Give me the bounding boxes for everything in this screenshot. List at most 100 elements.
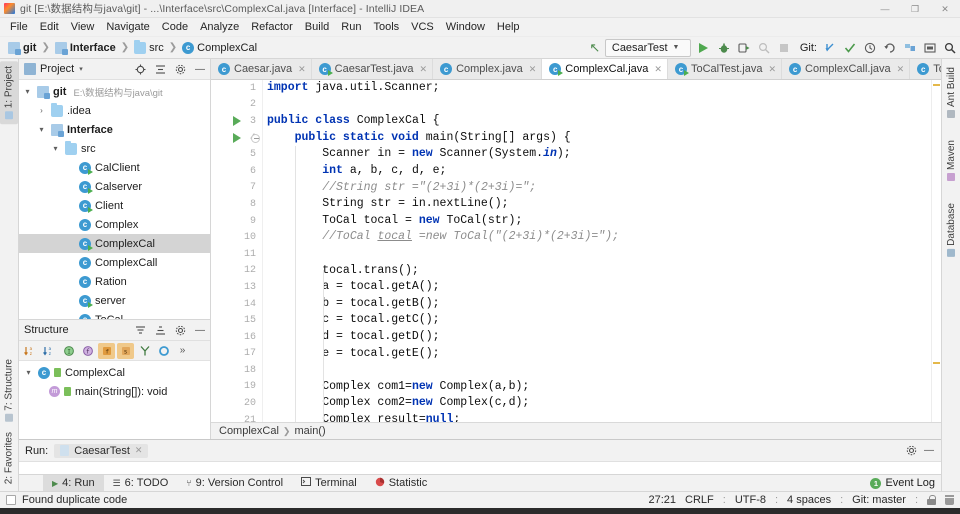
close-icon[interactable]: ✕ [420, 64, 428, 75]
arrow-up-left-icon[interactable]: ↖ [585, 38, 605, 58]
twisty-icon[interactable]: › [36, 106, 47, 115]
target-icon[interactable] [132, 61, 148, 77]
hide-icon[interactable]: — [192, 322, 208, 338]
tool-tab-statistic[interactable]: Statistic [366, 475, 437, 492]
twisty-icon[interactable]: ▾ [36, 125, 47, 134]
editor-body[interactable]: 1 2 3 4 5 6 7 8 9 10 11 12 13 [211, 80, 941, 422]
collapse-all-icon[interactable] [152, 61, 168, 77]
file-encoding[interactable]: UTF-8 [735, 494, 766, 506]
breadcrumb-method[interactable]: main() [294, 425, 325, 437]
menu-item-refactor[interactable]: Refactor [245, 19, 299, 36]
menu-item-navigate[interactable]: Navigate [100, 19, 155, 36]
menu-item-code[interactable]: Code [156, 19, 194, 36]
settings-icon[interactable] [172, 61, 188, 77]
tab-complexcal-java[interactable]: ComplexCal.java ✕ [542, 59, 668, 79]
search-icon[interactable] [940, 38, 960, 58]
caret-position[interactable]: 27:21 [648, 494, 676, 506]
line-separator[interactable]: CRLF [685, 494, 714, 506]
run-gutter-icon[interactable] [233, 116, 241, 127]
menu-item-run[interactable]: Run [335, 19, 367, 36]
close-icon[interactable]: ✕ [135, 445, 143, 456]
tree-row-server[interactable]: server [19, 291, 210, 310]
structure-row-method[interactable]: m main(String[]): void [19, 382, 210, 401]
structure-row-class[interactable]: ▾ ComplexCal [19, 363, 210, 382]
twisty-icon[interactable]: ▾ [23, 368, 34, 377]
close-icon[interactable]: ✕ [298, 64, 306, 75]
tool-tab-run[interactable]: ▶ 4: Run [43, 474, 104, 492]
rollback-icon[interactable] [880, 38, 900, 58]
breadcrumb-item-interface[interactable]: Interface [70, 42, 116, 54]
twisty-icon[interactable]: ▾ [22, 87, 33, 96]
tree-row-calclient[interactable]: CalClient [19, 158, 210, 177]
settings-icon[interactable] [172, 322, 188, 338]
chevron-down-icon[interactable]: ▾ [79, 65, 83, 73]
settings-icon[interactable] [900, 38, 920, 58]
sidebar-item-structure[interactable]: 7: Structure [0, 354, 18, 427]
run-icon[interactable] [694, 38, 714, 58]
editor-gutter[interactable]: 1 2 3 4 5 6 7 8 9 10 11 12 13 [211, 80, 263, 422]
warning-marker[interactable] [933, 84, 940, 86]
project-tree[interactable]: ▾ git E:\数据结构与java\git › .idea ▾ Interfa… [19, 80, 210, 319]
show-fields-icon[interactable]: f [79, 343, 96, 359]
breadcrumb-item-complexcal[interactable]: ComplexCal [197, 42, 257, 54]
tree-row-src[interactable]: ▾ src [19, 139, 210, 158]
profile-icon[interactable] [754, 38, 774, 58]
menu-item-view[interactable]: View [65, 19, 101, 36]
lock-icon[interactable] [927, 495, 936, 505]
tree-row-complex[interactable]: Complex [19, 215, 210, 234]
close-icon[interactable]: ✕ [769, 64, 777, 75]
sidebar-item-favorites[interactable]: 2: Favorites [0, 427, 18, 489]
run-gutter-icon[interactable] [233, 133, 241, 144]
fold-icon[interactable] [251, 133, 260, 143]
maximize-button[interactable]: ❐ [900, 0, 930, 18]
sort-visibility-icon[interactable]: az [41, 343, 58, 359]
close-icon[interactable]: ✕ [897, 64, 905, 75]
marker-bar[interactable] [931, 80, 941, 422]
commit-icon[interactable] [840, 38, 860, 58]
expand-all-icon[interactable] [132, 322, 148, 338]
menu-item-edit[interactable]: Edit [34, 19, 65, 36]
trash-icon[interactable] [945, 495, 954, 505]
hide-icon[interactable]: — [921, 443, 937, 459]
settings-icon[interactable] [903, 443, 919, 459]
stop-icon[interactable] [774, 38, 794, 58]
warning-marker[interactable] [933, 362, 940, 364]
history-icon[interactable] [860, 38, 880, 58]
menu-item-analyze[interactable]: Analyze [194, 19, 245, 36]
tree-row-calserver[interactable]: Calserver [19, 177, 210, 196]
close-icon[interactable]: ✕ [654, 64, 662, 75]
show-non-public-icon[interactable]: f [98, 342, 115, 359]
run-tab-caesartest[interactable]: CaesarTest ✕ [54, 443, 149, 458]
tree-row-tocal[interactable]: ToCal [19, 310, 210, 319]
tree-row-client[interactable]: Client [19, 196, 210, 215]
tree-row-ration[interactable]: Ration [19, 272, 210, 291]
tree-row-idea[interactable]: › .idea [19, 101, 210, 120]
menu-item-file[interactable]: File [4, 19, 34, 36]
tab-complex-java[interactable]: Complex.java ✕ [433, 59, 543, 79]
git-branch[interactable]: Git: master [852, 494, 906, 506]
breadcrumb-item-src[interactable]: src [149, 42, 164, 54]
tab-caesar-java[interactable]: Caesar.java ✕ [211, 59, 312, 79]
layout-icon[interactable] [920, 38, 940, 58]
sidebar-item-database[interactable]: Database [944, 199, 959, 261]
tree-row-git[interactable]: ▾ git E:\数据结构与java\git [19, 82, 210, 101]
debug-icon[interactable] [714, 38, 734, 58]
event-log-label[interactable]: Event Log [885, 477, 935, 489]
structure-tree[interactable]: ▾ ComplexCal m main(String[]): void [19, 361, 210, 439]
menu-item-window[interactable]: Window [440, 19, 491, 36]
sort-alpha-icon[interactable]: az [22, 343, 39, 359]
event-log-area[interactable]: 1 Event Log [870, 477, 941, 489]
status-checkbox-icon[interactable] [6, 495, 16, 505]
menu-item-build[interactable]: Build [299, 19, 335, 36]
menu-item-tools[interactable]: Tools [367, 19, 405, 36]
tool-tab-terminal[interactable]: Terminal [292, 475, 366, 492]
more-icon[interactable]: » [174, 343, 191, 359]
sidebar-item-maven[interactable]: Maven [944, 136, 959, 185]
menu-item-vcs[interactable]: VCS [405, 19, 440, 36]
run-with-coverage-icon[interactable] [734, 38, 754, 58]
tab-caesartest-java[interactable]: CaesarTest.java ✕ [311, 59, 434, 79]
close-icon[interactable]: ✕ [529, 64, 537, 75]
tab-tocal-java[interactable]: ToCal.java ✕ [910, 59, 941, 79]
tree-row-interface[interactable]: ▾ Interface [19, 120, 210, 139]
sidebar-item-project[interactable]: 1: Project [0, 61, 18, 125]
